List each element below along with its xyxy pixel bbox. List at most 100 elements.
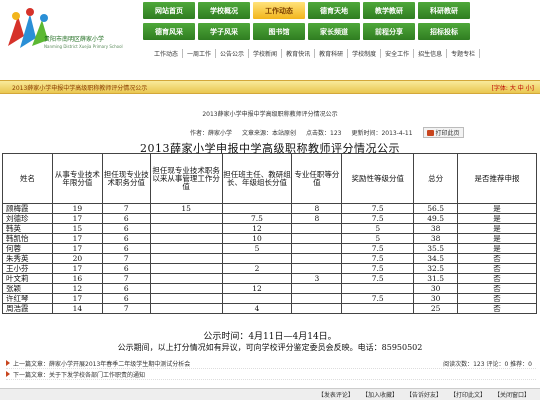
next-article-link[interactable]: 下一篇文章：关于下发学校各部门工作职责的通知: [13, 370, 145, 379]
score-cell: 30: [413, 283, 459, 294]
article-author: 作者：薛家小学: [190, 130, 233, 137]
table-row: 顾梅霞 19 7 15 8 7.5 56.5 是: [2, 203, 537, 214]
submenu-item[interactable]: 专题专栏: [447, 48, 481, 58]
column-header: 是否推荐申报: [457, 153, 537, 204]
submenu-item[interactable]: 招生信息: [414, 48, 448, 58]
prev-article-link[interactable]: 上一篇文章：薛家小学开展2013年春季二年级学生期中测试分析会: [13, 359, 190, 368]
prev-next-links: 上一篇文章：薛家小学开展2013年春季二年级学生期中测试分析会 下一篇文章：关于…: [6, 358, 536, 380]
teacher-name-cell: 叶文莉: [2, 273, 53, 284]
column-header: 奖励性等级分值: [341, 153, 415, 204]
score-cell: 31.5: [413, 273, 459, 284]
teacher-name-cell: 刘德珍: [2, 213, 53, 224]
column-header: 专业任职等分值: [291, 153, 343, 204]
close-window-link[interactable]: 【关闭窗口】: [494, 390, 530, 399]
score-cell: 56.5: [413, 203, 459, 214]
score-cell: 12: [51, 283, 103, 294]
teacher-name-cell: 韩英: [2, 223, 53, 234]
submenu-item[interactable]: 一周工作: [183, 48, 217, 58]
teacher-name-cell: 张颖: [2, 283, 53, 294]
column-header: 担任现专业技术职务以来从事管理工作分值: [149, 153, 223, 204]
article-stats: 阅读次数：123 评论：0 推荐：0: [443, 361, 532, 368]
score-cell: 7.5: [221, 213, 293, 224]
table-row: 许红琴 17 6 7.5 30 否: [2, 293, 537, 304]
score-cell: 17: [51, 213, 103, 224]
nav-item-research[interactable]: 科研教研: [418, 2, 470, 19]
table-row: 王小芬 17 6 2 7.5 32.5 否: [2, 263, 537, 274]
score-cell: 否: [457, 283, 537, 294]
submenu-item[interactable]: 学校制度: [348, 48, 382, 58]
score-cell: 7: [101, 203, 151, 214]
print-label: 打印此页: [435, 130, 460, 137]
table-row: 朱秀英 20 7 7.5 34.5 否: [2, 253, 537, 264]
nav-row-2: 德育风采 学子风采 图书馆 家长频道 前程分享 招标投标: [143, 23, 470, 41]
nav-item-moral[interactable]: 德育天地: [308, 2, 360, 19]
score-cell: [149, 213, 223, 224]
score-cell: 7.5: [341, 293, 415, 304]
comment-link[interactable]: 【发表评论】: [318, 390, 354, 399]
score-cell: 是: [457, 223, 537, 234]
score-cell: 8: [291, 203, 343, 214]
score-cell: 8: [291, 213, 343, 224]
table-row: 刘德珍 17 6 7.5 8 7.5 49.5 是: [2, 213, 537, 224]
score-cell: 是: [457, 203, 537, 214]
score-cell: 16: [51, 273, 103, 284]
print-link[interactable]: 【打印此文】: [450, 390, 486, 399]
nav-item-about[interactable]: 学校概况: [198, 2, 250, 19]
submenu-item[interactable]: 学校新闻: [249, 48, 283, 58]
nav-item-teaching[interactable]: 教学教研: [363, 2, 415, 19]
nav-item-home[interactable]: 网站首页: [143, 2, 195, 19]
nav-item-parents[interactable]: 家长频道: [308, 23, 360, 40]
score-cell: 7: [101, 303, 151, 314]
score-cell: [149, 223, 223, 234]
nav-item-library[interactable]: 图书馆: [253, 23, 305, 40]
score-cell: 25: [413, 303, 459, 314]
score-cell: 15: [149, 203, 223, 214]
score-cell: [149, 253, 223, 264]
score-cell: 38: [413, 223, 459, 234]
teacher-name-cell: 何蓉: [2, 243, 53, 254]
score-cell: 是: [457, 213, 537, 224]
submenu-item[interactable]: 公告公示: [216, 48, 250, 58]
print-button[interactable]: 打印此页: [422, 127, 464, 138]
score-cell: [341, 303, 415, 314]
score-cell: [149, 293, 223, 304]
nav-item-moral-style[interactable]: 德育风采: [143, 23, 195, 40]
arrow-icon: [6, 360, 10, 366]
teacher-name-cell: 朱秀英: [2, 253, 53, 264]
score-cell: 否: [457, 273, 537, 284]
nav-item-tender[interactable]: 招标投标: [418, 23, 470, 40]
score-cell: 2: [221, 263, 293, 274]
table-row: 韩英 15 6 12 5 38 是: [2, 223, 537, 234]
score-cell: 否: [457, 303, 537, 314]
submenu-item[interactable]: 工作动态: [150, 48, 184, 58]
teacher-name-cell: 韩凯怡: [2, 233, 53, 244]
favorite-link[interactable]: 【加入收藏】: [362, 390, 398, 399]
score-cell: [291, 253, 343, 264]
score-cell: 15: [51, 223, 103, 234]
submenu-item[interactable]: 教育快讯: [282, 48, 316, 58]
submenu-item[interactable]: 教育科研: [315, 48, 349, 58]
location-text: 2013薛家小学申报中学高级职称教师评分情况公示: [12, 84, 148, 92]
font-size-control[interactable]: [字体: 大 中 小]: [492, 83, 534, 92]
nav-item-news[interactable]: 工作动态: [253, 2, 305, 19]
teacher-name-cell: 许红琴: [2, 293, 53, 304]
score-cell: 否: [457, 293, 537, 304]
nav-item-share[interactable]: 前程分享: [363, 23, 415, 40]
submenu-item[interactable]: 安全工作: [381, 48, 415, 58]
share-link[interactable]: 【告诉好友】: [406, 390, 442, 399]
score-cell: 6: [101, 223, 151, 234]
score-cell: [149, 263, 223, 274]
score-cell: 3: [291, 273, 343, 284]
sub-menu: 工作动态 一周工作 公告公示 学校新闻 教育快讯 教育科研 学校制度 安全工作 …: [0, 44, 540, 62]
nav-item-students[interactable]: 学子风采: [198, 23, 250, 40]
score-cell: 7.5: [341, 213, 415, 224]
score-cell: [291, 293, 343, 304]
score-cell: 12: [221, 283, 293, 294]
table-row: 韩凯怡 17 6 10 5 38 是: [2, 233, 537, 244]
score-cell: [149, 243, 223, 254]
score-cell: 7: [101, 253, 151, 264]
score-cell: [291, 303, 343, 314]
score-cell: 17: [51, 293, 103, 304]
score-cell: [149, 283, 223, 294]
score-cell: 17: [51, 233, 103, 244]
